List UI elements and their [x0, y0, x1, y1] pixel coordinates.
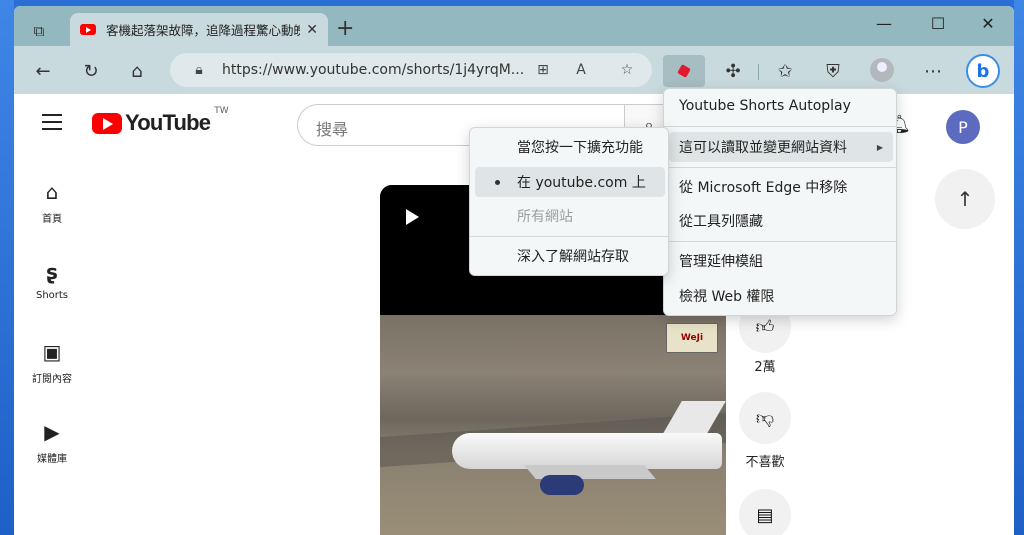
youtube-favicon-icon [80, 24, 96, 35]
submenu-item-on-click[interactable]: 當您按一下擴充功能 [475, 132, 665, 162]
youtube-wordmark: YouTube [125, 110, 211, 135]
url-text: https://www.youtube.com/shorts/1j4yrqM..… [222, 62, 525, 78]
menu-item-label: 管理延伸模組 [679, 254, 763, 270]
submenu-item-label: 所有網站 [517, 209, 573, 225]
shorts-icon: ʂ [46, 260, 58, 284]
tab-title: 客機起落架故障，追降過程驚心動魄 [106, 23, 301, 38]
selected-bullet-icon [495, 179, 500, 185]
menu-separator [664, 241, 896, 242]
menu-item-label: 從 Microsoft Edge 中移除 [679, 180, 848, 196]
menu-separator [470, 236, 668, 237]
submenu-item-on-site[interactable]: 在 youtube.com 上 [475, 167, 665, 197]
minimize-icon[interactable]: — [874, 14, 894, 33]
desktop-background-right [1014, 0, 1024, 535]
plane-body-graphic [452, 433, 722, 469]
comments-button[interactable]: ▤ [739, 489, 791, 535]
extension-name: Youtube Shorts Autoplay [679, 98, 851, 114]
read-aloud-icon[interactable]: A [570, 59, 592, 81]
video-watermark-logo: WeJi [666, 323, 718, 353]
more-menu-icon[interactable]: ⋯ [920, 58, 946, 84]
maximize-icon[interactable]: ☐ [928, 14, 948, 33]
submenu-arrow-icon: ▶ [876, 142, 883, 152]
submenu-item-label: 在 youtube.com 上 [517, 175, 646, 191]
submenu-item-label: 深入了解網站存取 [517, 249, 629, 265]
browser-toolbar: ← ↻ ⌂ 🔒︎ https://www.youtube.com/shorts/… [14, 46, 1014, 94]
scroll-up-icon[interactable]: ↑ [935, 169, 995, 229]
favorites-icon[interactable]: ✩ [772, 58, 798, 84]
back-icon[interactable]: ← [30, 58, 56, 84]
extension-red-icon [677, 64, 691, 78]
library-icon: ▶︎ [44, 420, 60, 444]
menu-item-view-web-permissions[interactable]: 檢視 Web 權限 [669, 281, 893, 311]
youtube-avatar[interactable]: P [946, 110, 980, 144]
submenu-item-all-sites: 所有網站 [475, 201, 665, 231]
region-code: TW [214, 106, 229, 116]
nav-label: 媒體庫 [37, 454, 67, 465]
browser-profile-avatar[interactable] [870, 58, 894, 82]
dislike-label: 不喜歡 [745, 455, 785, 470]
youtube-play-logo-icon [92, 112, 122, 134]
app-available-icon[interactable]: ⊞ [532, 59, 554, 81]
bing-chat-icon[interactable]: b [966, 54, 1000, 88]
plane-engine-graphic [540, 475, 584, 495]
tab-actions-icon[interactable]: ⧉ [26, 18, 52, 44]
nav-label: 首頁 [42, 214, 62, 225]
extensions-puzzle-icon[interactable]: ✣ [720, 58, 746, 84]
play-icon[interactable] [406, 209, 419, 225]
address-bar[interactable]: 🔒︎ https://www.youtube.com/shorts/1j4yrq… [170, 53, 652, 87]
home-icon: ⌂ [45, 180, 59, 204]
menu-item-remove[interactable]: 從 Microsoft Edge 中移除 [669, 172, 893, 202]
home-browser-icon[interactable]: ⌂ [124, 58, 150, 84]
new-tab-icon[interactable]: + [336, 18, 354, 40]
submenu-item-label: 當您按一下擴充功能 [517, 140, 643, 156]
like-count: 2萬 [754, 360, 776, 375]
favorite-star-icon[interactable]: ☆ [616, 59, 638, 81]
menu-item-site-access[interactable]: 這可以讀取並變更網站資料 ▶ [669, 132, 893, 162]
toolbar-separator [758, 64, 759, 80]
nav-label: 訂閱內容 [32, 374, 72, 385]
nav-item-subscriptions[interactable]: ▣ 訂閱內容 [14, 340, 90, 385]
tab-close-icon[interactable]: ✕ [306, 22, 318, 38]
menu-item-manage-extensions[interactable]: 管理延伸模組 [669, 246, 893, 276]
desktop-background-left [0, 0, 14, 535]
extension-context-menu: Youtube Shorts Autoplay 這可以讀取並變更網站資料 ▶ 從… [663, 88, 897, 316]
menu-item-label: 這可以讀取並變更網站資料 [679, 140, 847, 156]
menu-item-label: 從工具列隱藏 [679, 214, 763, 230]
submenu-item-learn-more[interactable]: 深入了解網站存取 [475, 241, 665, 271]
nav-item-home[interactable]: ⌂ 首頁 [14, 180, 90, 225]
search-placeholder: 搜尋 [316, 120, 349, 139]
menu-separator [664, 126, 896, 127]
dislike-button[interactable]: 👎︎ [739, 392, 791, 444]
lock-icon[interactable]: 🔒︎ [188, 59, 210, 81]
menu-item-label: 檢視 Web 權限 [679, 289, 775, 305]
tab-active[interactable]: 客機起落架故障，追降過程驚心動魄 ✕ [70, 13, 328, 46]
nav-item-shorts[interactable]: ʂ Shorts [14, 260, 90, 301]
refresh-icon[interactable]: ↻ [78, 58, 104, 84]
browser-essentials-icon[interactable]: ⛨ [820, 58, 846, 84]
menu-hamburger-icon[interactable] [42, 114, 62, 135]
menu-item-hide-from-toolbar[interactable]: 從工具列隱藏 [669, 206, 893, 236]
subscriptions-icon: ▣ [42, 340, 62, 364]
site-access-submenu: 當您按一下擴充功能 在 youtube.com 上 所有網站 深入了解網站存取 [469, 127, 669, 276]
youtube-shorts-autoplay-extension-icon[interactable] [663, 55, 705, 87]
nav-item-library[interactable]: ▶︎ 媒體庫 [14, 420, 90, 465]
title-bar: ⧉ 客機起落架故障，追降過程驚心動魄 ✕ + — ☐ ✕ [14, 6, 1014, 46]
close-window-icon[interactable]: ✕ [978, 14, 998, 33]
youtube-logo[interactable]: YouTube TW [92, 106, 229, 136]
nav-label: Shorts [35, 290, 69, 301]
menu-separator [664, 167, 896, 168]
